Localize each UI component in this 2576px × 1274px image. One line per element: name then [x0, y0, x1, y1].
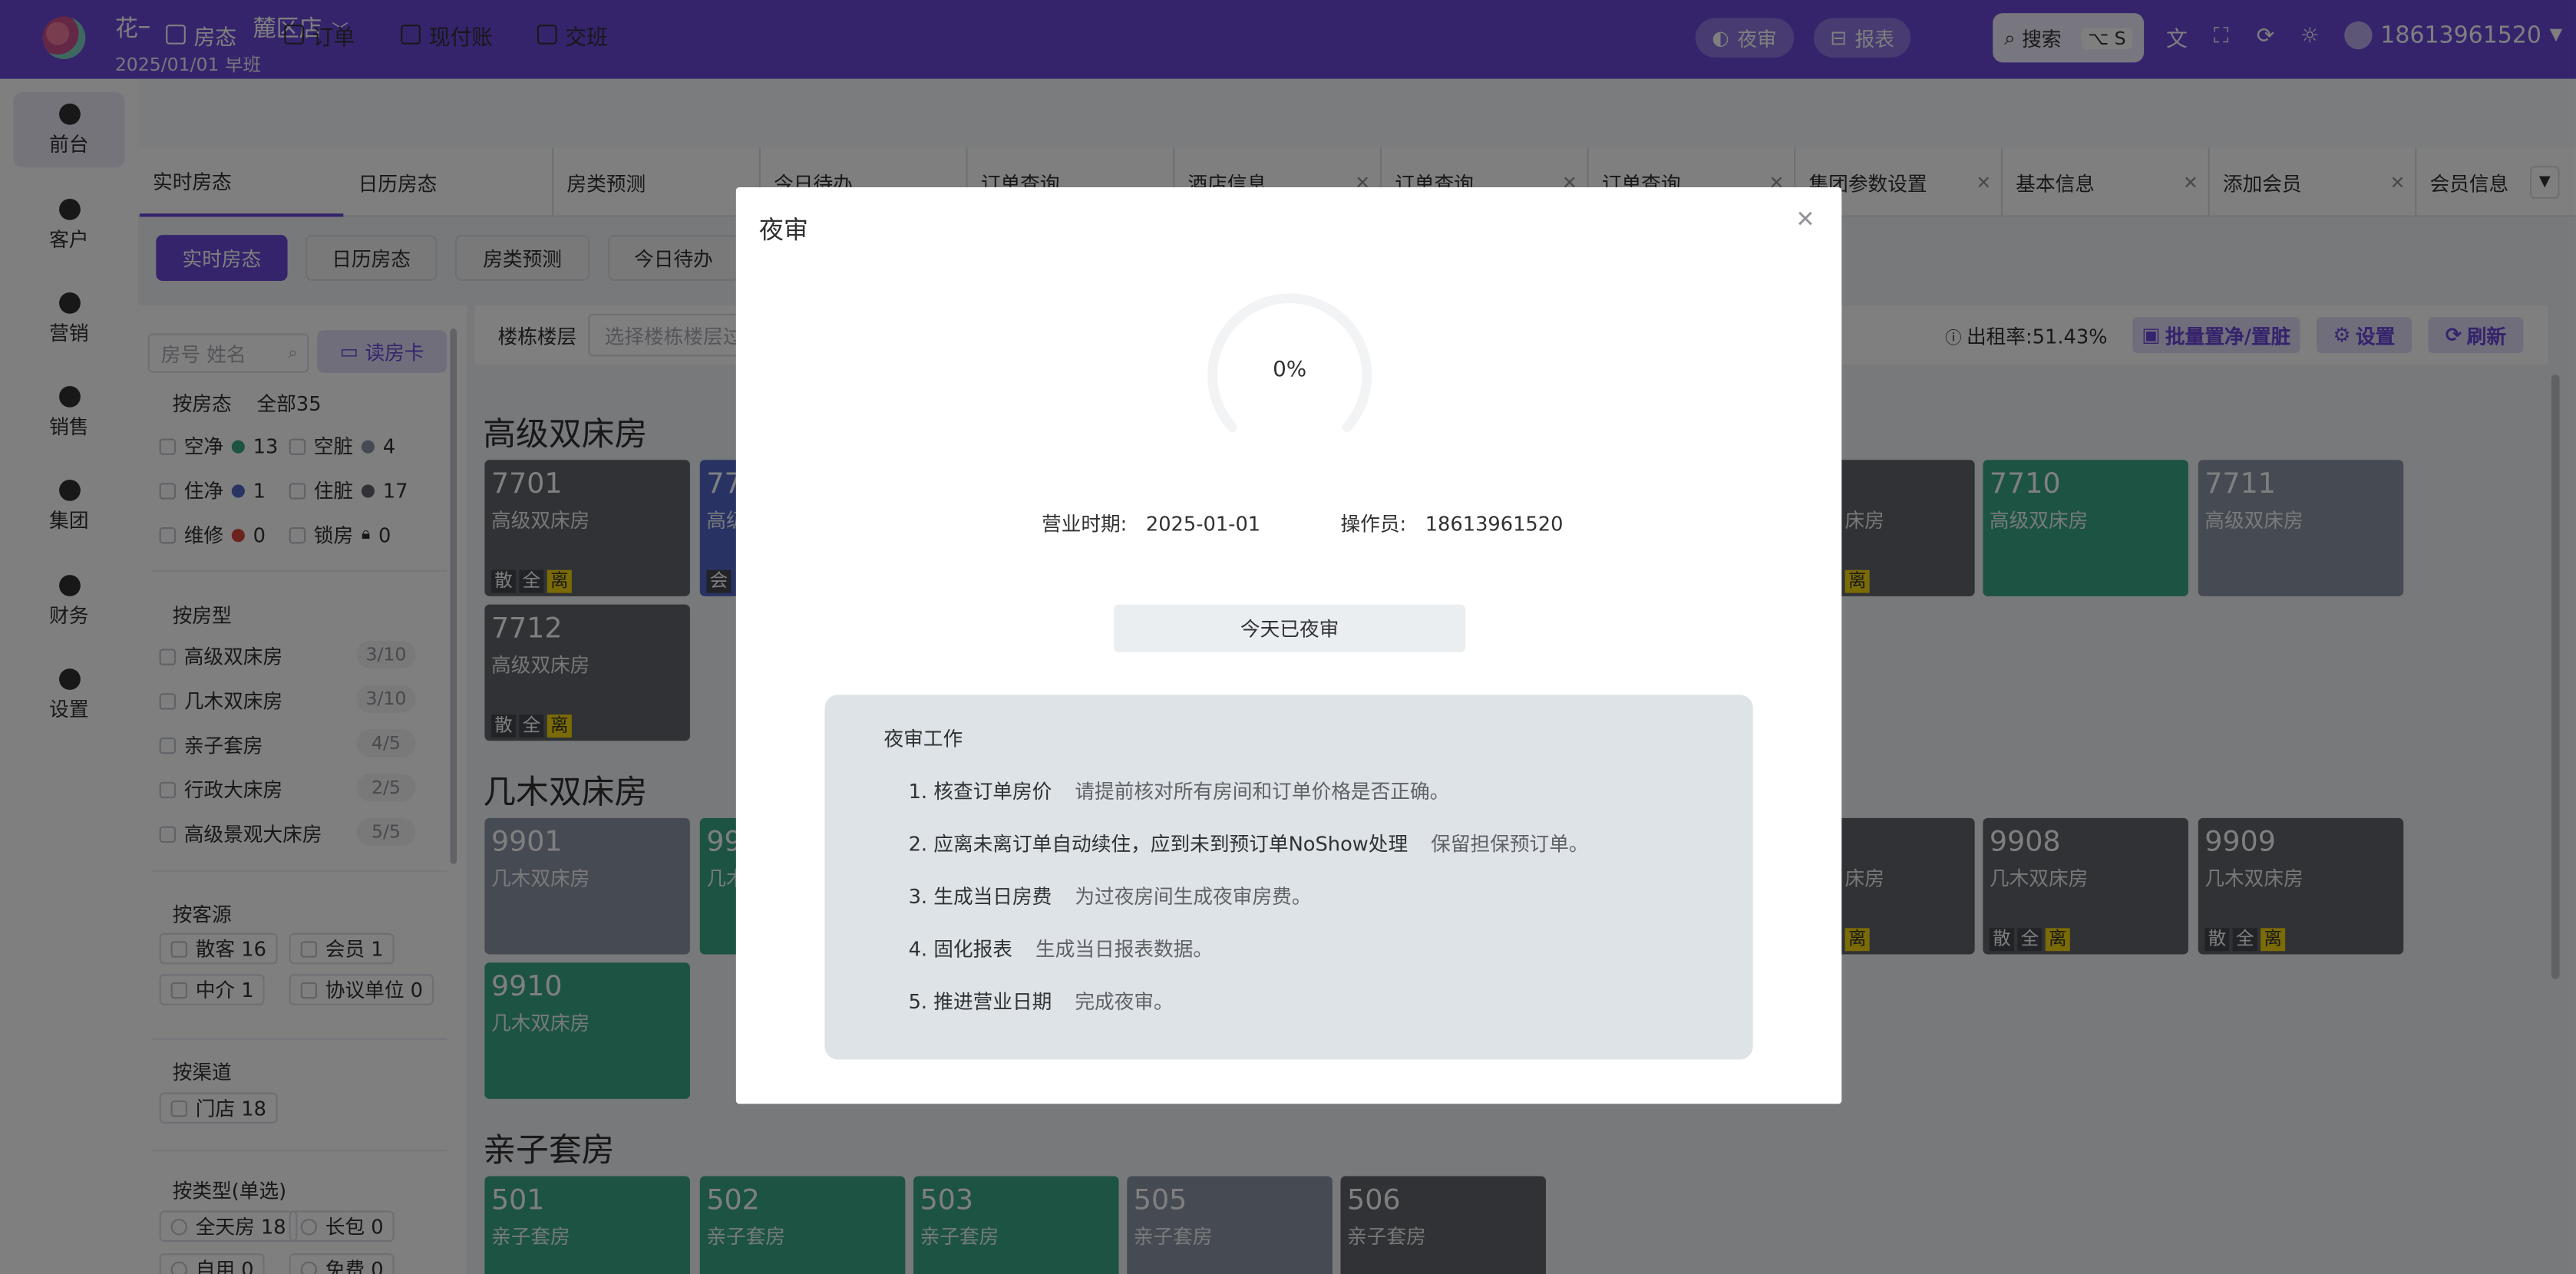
step-name: 1. 核查订单房价	[908, 780, 1052, 804]
close-icon[interactable]: ✕	[1795, 207, 1815, 233]
audit-step: 1. 核查订单房价 请提前核对所有房间和订单价格是否正确。	[909, 777, 1450, 804]
step-name: 2. 应离未离订单自动续住，应到未到预订单NoShow处理	[908, 833, 1409, 856]
audit-work-panel: 夜审工作 1. 核查订单房价 请提前核对所有房间和订单价格是否正确。 2. 应离未…	[824, 695, 1753, 1060]
step-desc: 保留担保预订单。	[1431, 833, 1589, 856]
step-name: 4. 固化报表	[908, 938, 1012, 962]
audit-step: 5. 推进营业日期 完成夜审。	[909, 987, 1174, 1015]
night-audit-dialog: 夜审 ✕ 0% 营业时期: 2025-01-01 操作员: 1861396152…	[735, 186, 1842, 1104]
step-desc: 完成夜审。	[1075, 990, 1174, 1014]
dialog-title: 夜审	[758, 215, 809, 245]
audit-step: 2. 应离未离订单自动续住，应到未到预订单NoShow处理 保留担保预订单。	[909, 830, 1589, 857]
audit-done-button[interactable]: 今天已夜审	[1114, 604, 1466, 652]
business-date-label: 营业时期:	[1041, 512, 1128, 536]
step-desc: 生成当日报表数据。	[1035, 938, 1214, 962]
operator-label: 操作员:	[1340, 512, 1407, 536]
work-title: 夜审工作	[883, 728, 963, 751]
step-desc: 为过夜房间生成夜审房费。	[1075, 885, 1312, 909]
operator-value: 18613961520	[1425, 512, 1564, 536]
step-desc: 请提前核对所有房间和订单价格是否正确。	[1075, 780, 1450, 804]
progress-label: 0%	[1273, 358, 1307, 383]
step-name: 3. 生成当日房费	[908, 885, 1052, 909]
audit-step: 4. 固化报表 生成当日报表数据。	[909, 935, 1214, 962]
business-date: 营业时期: 2025-01-01	[1042, 509, 1260, 536]
business-date-value: 2025-01-01	[1145, 512, 1261, 536]
operator: 操作员: 18613961520	[1340, 509, 1563, 536]
step-name: 5. 推进营业日期	[908, 990, 1052, 1014]
audit-step: 3. 生成当日房费 为过夜房间生成夜审房费。	[909, 882, 1312, 909]
